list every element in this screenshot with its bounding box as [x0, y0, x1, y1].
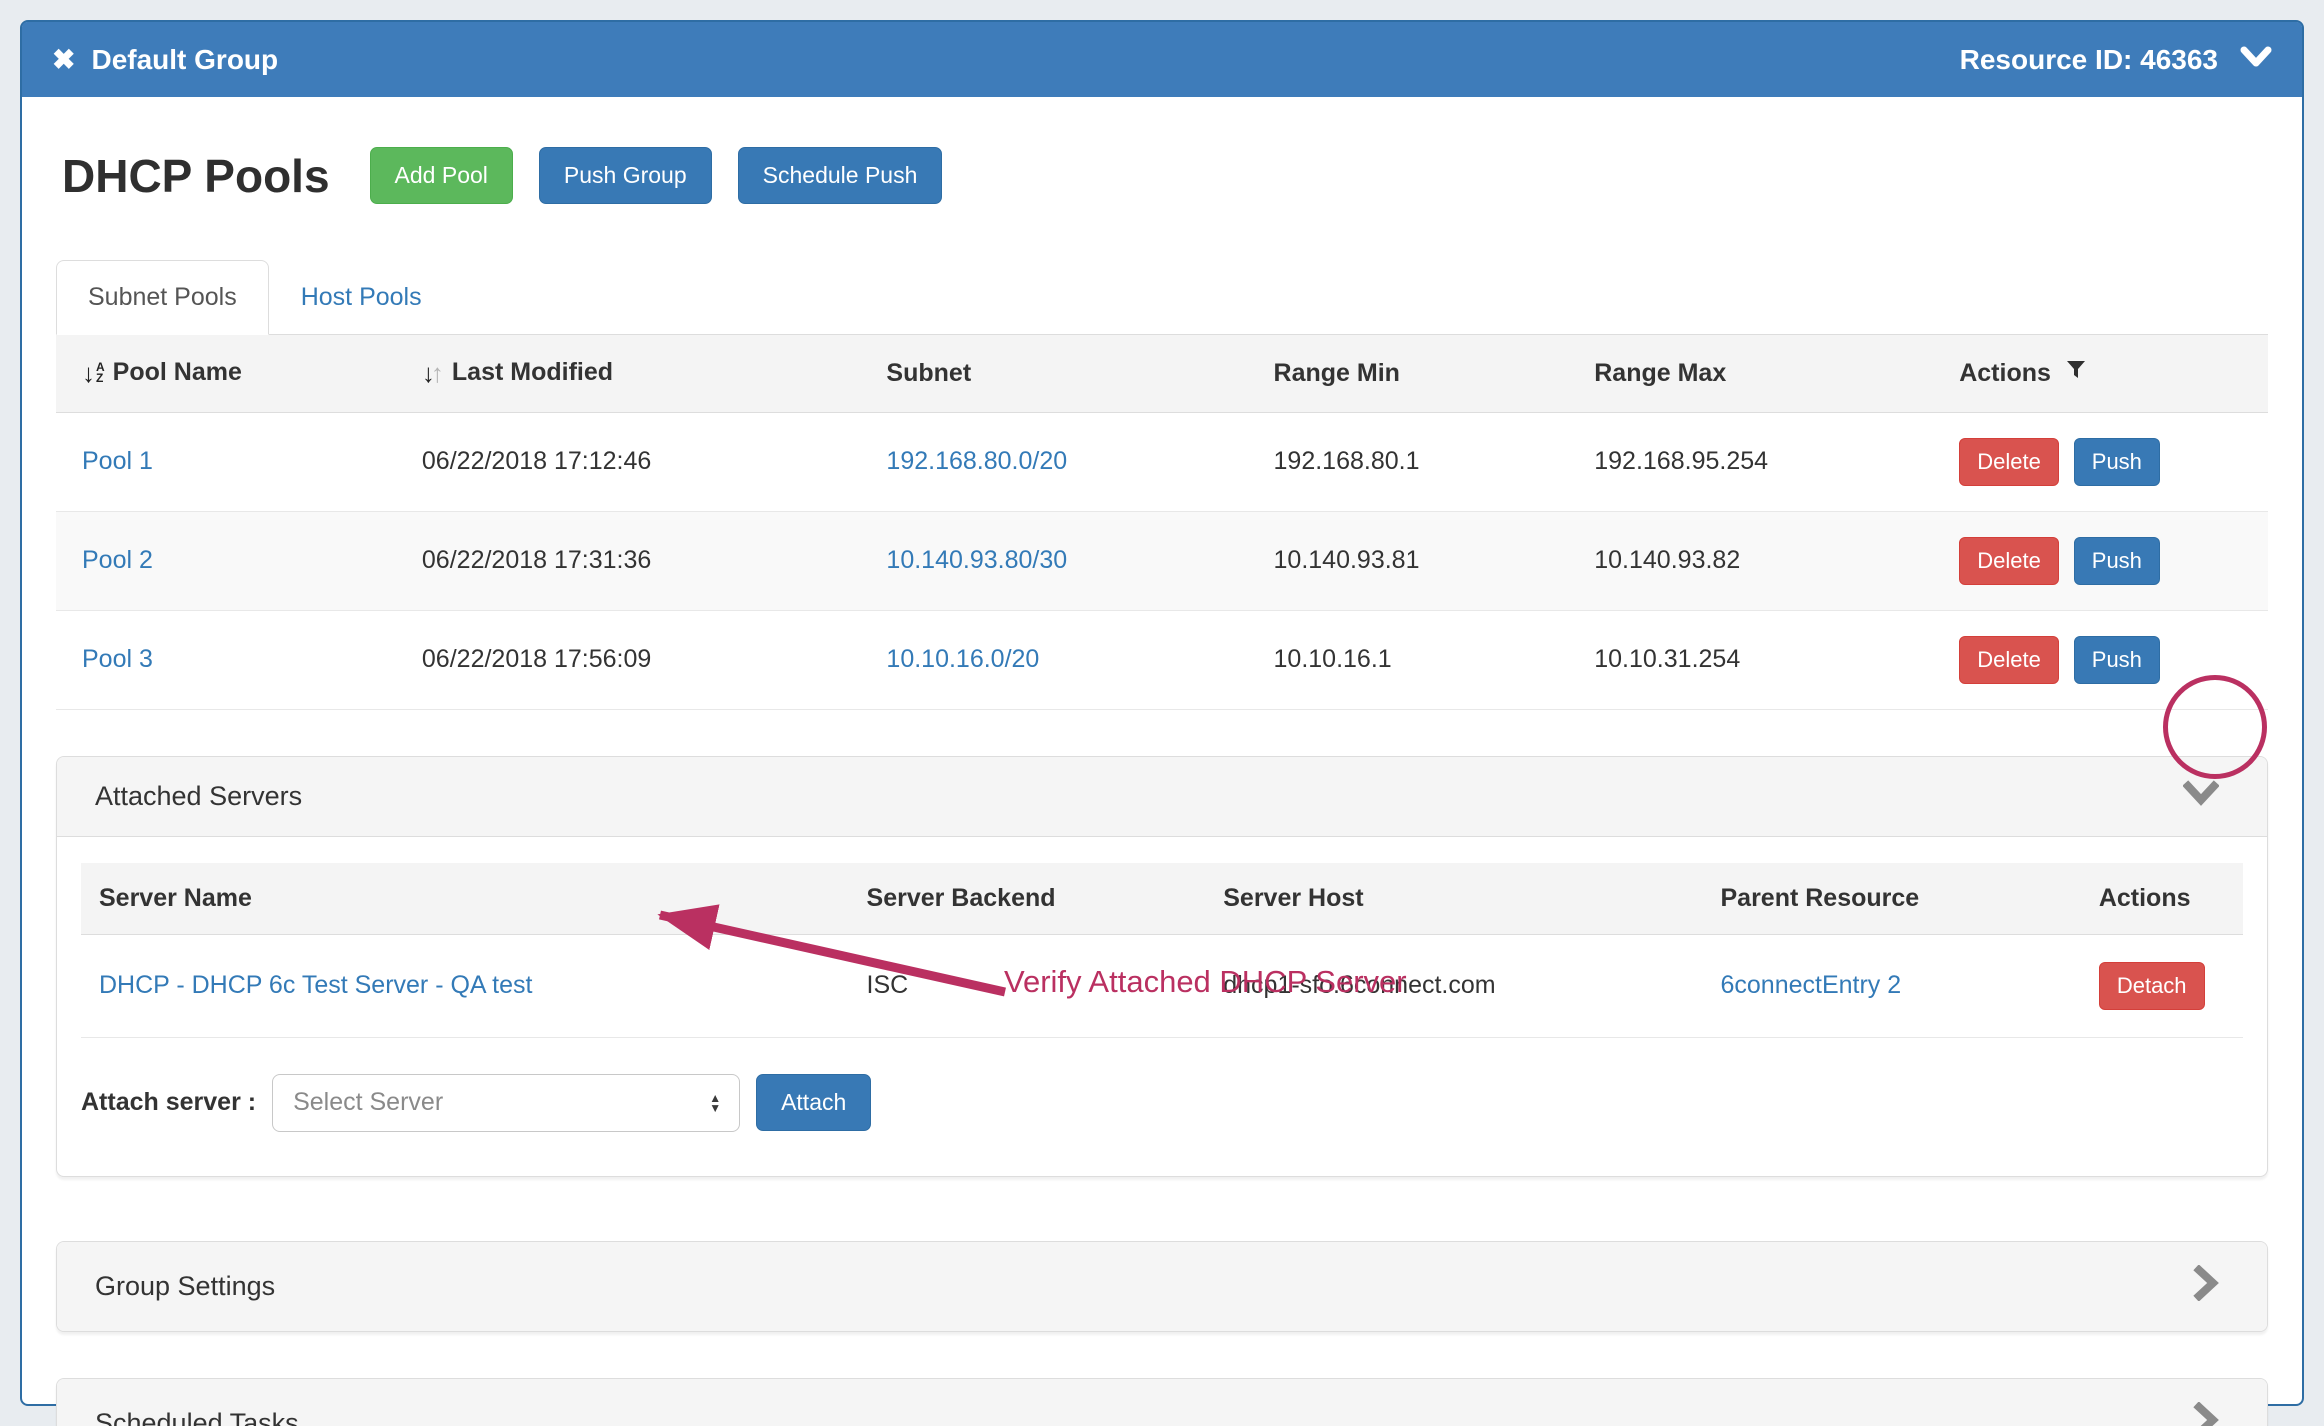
- pool-row: Pool 2 06/22/2018 17:31:36 10.140.93.80/…: [56, 511, 2268, 610]
- detach-button[interactable]: Detach: [2099, 962, 2205, 1010]
- column-server-name: Server Name: [81, 863, 849, 935]
- page: ✖ Default Group Resource ID: 46363 DHCP …: [0, 0, 2324, 1426]
- column-actions[interactable]: Actions: [1947, 335, 2268, 412]
- pool-name-link[interactable]: Pool 2: [82, 546, 153, 574]
- chevron-right-icon[interactable]: [2193, 1402, 2219, 1426]
- range-min-value: 192.168.80.1: [1262, 412, 1583, 511]
- select-server-dropdown[interactable]: Select Server ▲▼: [272, 1074, 740, 1132]
- chevron-right-icon[interactable]: [2193, 1265, 2219, 1308]
- group-settings-header[interactable]: Group Settings: [57, 1242, 2267, 1331]
- attached-servers-table: Server Name Server Backend Server Host P…: [81, 863, 2243, 1038]
- delete-button[interactable]: Delete: [1959, 438, 2059, 486]
- range-min-value: 10.140.93.81: [1262, 511, 1583, 610]
- range-min-value: 10.10.16.1: [1262, 610, 1583, 709]
- add-pool-button[interactable]: Add Pool: [370, 147, 513, 204]
- panel-title: Group Settings: [95, 1271, 275, 1302]
- pool-name-link[interactable]: Pool 3: [82, 645, 153, 673]
- close-icon[interactable]: ✖: [52, 46, 75, 74]
- attached-servers-header[interactable]: Attached Servers: [57, 757, 2267, 836]
- pools-table: ↓ AZ Pool Name ↓ ↑: [56, 335, 2268, 710]
- attached-servers-panel: Attached Servers Server Name Server Back…: [56, 756, 2268, 1177]
- filter-icon[interactable]: [2065, 359, 2087, 388]
- last-modified-value: 06/22/2018 17:56:09: [410, 610, 875, 709]
- column-server-backend: Server Backend: [849, 863, 1206, 935]
- pool-name-link[interactable]: Pool 1: [82, 447, 153, 475]
- sort-updown-icon[interactable]: ↓ ↑: [422, 360, 444, 386]
- push-button[interactable]: Push: [2074, 537, 2160, 585]
- server-name-link[interactable]: DHCP - DHCP 6c Test Server - QA test: [99, 971, 532, 999]
- column-range-min[interactable]: Range Min: [1262, 335, 1583, 412]
- subnet-link[interactable]: 10.10.16.0/20: [886, 645, 1039, 673]
- column-label: Actions: [1959, 359, 2051, 388]
- card-header: ✖ Default Group Resource ID: 46363: [22, 22, 2302, 97]
- sort-arrow-down: ↓: [82, 360, 95, 386]
- delete-button[interactable]: Delete: [1959, 537, 2059, 585]
- last-modified-value: 06/22/2018 17:31:36: [410, 511, 875, 610]
- default-group-card: ✖ Default Group Resource ID: 46363 DHCP …: [20, 20, 2304, 1406]
- sort-arrow-up: ↑: [431, 360, 444, 386]
- attach-button[interactable]: Attach: [756, 1074, 871, 1131]
- panel-title: Scheduled Tasks: [95, 1408, 299, 1426]
- column-pool-name[interactable]: ↓ AZ Pool Name: [56, 335, 410, 412]
- column-server-actions: Actions: [2081, 863, 2243, 935]
- range-max-value: 192.168.95.254: [1582, 412, 1947, 511]
- push-button[interactable]: Push: [2074, 438, 2160, 486]
- schedule-push-button[interactable]: Schedule Push: [738, 147, 943, 204]
- page-title: DHCP Pools: [62, 149, 330, 203]
- attach-server-label: Attach server :: [81, 1088, 256, 1117]
- tab-subnet-pools[interactable]: Subnet Pools: [56, 260, 269, 335]
- sort-letter-z: Z: [96, 373, 105, 384]
- server-row: DHCP - DHCP 6c Test Server - QA test ISC…: [81, 934, 2243, 1037]
- server-backend-value: ISC: [849, 934, 1206, 1037]
- chevron-down-icon[interactable]: [2240, 45, 2272, 74]
- group-settings-panel: Group Settings: [56, 1241, 2268, 1332]
- scheduled-tasks-panel: Scheduled Tasks: [56, 1378, 2268, 1426]
- column-server-host: Server Host: [1205, 863, 1702, 935]
- column-parent-resource: Parent Resource: [1702, 863, 2080, 935]
- column-label: Last Modified: [452, 358, 613, 387]
- column-last-modified[interactable]: ↓ ↑ Last Modified: [410, 335, 875, 412]
- server-host-value: dhcp1-sfo.6connect.com: [1205, 934, 1702, 1037]
- select-arrows-icon: ▲▼: [709, 1093, 721, 1113]
- subnet-link[interactable]: 10.140.93.80/30: [886, 546, 1067, 574]
- push-group-button[interactable]: Push Group: [539, 147, 712, 204]
- sort-az-icon[interactable]: ↓ AZ: [82, 360, 105, 386]
- resource-id-label: Resource ID: 46363: [1960, 44, 2218, 76]
- group-title: Default Group: [91, 44, 278, 76]
- delete-button[interactable]: Delete: [1959, 636, 2059, 684]
- panel-title: Attached Servers: [95, 781, 302, 812]
- pool-tabs: Subnet Pools Host Pools: [56, 260, 2268, 335]
- select-server-value: Select Server: [293, 1088, 443, 1117]
- pool-row: Pool 1 06/22/2018 17:12:46 192.168.80.0/…: [56, 412, 2268, 511]
- push-button[interactable]: Push: [2074, 636, 2160, 684]
- pools-table-header-row: ↓ AZ Pool Name ↓ ↑: [56, 335, 2268, 412]
- column-range-max[interactable]: Range Max: [1582, 335, 1947, 412]
- parent-resource-link[interactable]: 6connectEntry 2: [1720, 971, 1901, 999]
- subnet-link[interactable]: 192.168.80.0/20: [886, 447, 1067, 475]
- column-label: Pool Name: [113, 358, 242, 387]
- range-max-value: 10.140.93.82: [1582, 511, 1947, 610]
- last-modified-value: 06/22/2018 17:12:46: [410, 412, 875, 511]
- servers-table-header-row: Server Name Server Backend Server Host P…: [81, 863, 2243, 935]
- pool-row: Pool 3 06/22/2018 17:56:09 10.10.16.0/20…: [56, 610, 2268, 709]
- range-max-value: 10.10.31.254: [1582, 610, 1947, 709]
- chevron-down-icon[interactable]: [2183, 780, 2219, 813]
- tab-host-pools[interactable]: Host Pools: [269, 260, 454, 335]
- column-subnet[interactable]: Subnet: [874, 335, 1261, 412]
- scheduled-tasks-header[interactable]: Scheduled Tasks: [57, 1379, 2267, 1426]
